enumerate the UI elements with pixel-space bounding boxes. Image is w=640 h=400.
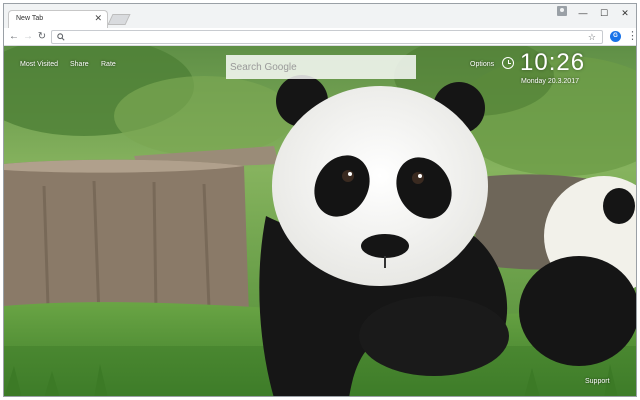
menu-icon[interactable]: ⋮ [627,30,636,42]
browser-window: New Tab ✕ — ☐ ✕ ← → ↻ ☆ G ⋮ Most Visited… [3,3,637,397]
maximize-icon[interactable]: ☐ [597,7,611,19]
rate-link[interactable]: Rate [101,61,116,68]
address-bar[interactable]: ☆ [51,30,603,44]
clock-date: Monday 20.3.2017 [521,78,579,85]
search-input[interactable] [230,59,410,75]
bookmark-star-icon[interactable]: ☆ [588,31,596,43]
panda-background-image [4,46,636,396]
forward-icon[interactable]: → [22,31,34,43]
close-window-icon[interactable]: ✕ [618,7,632,19]
share-link[interactable]: Share [70,61,89,68]
most-visited-link[interactable]: Most Visited [20,61,58,68]
search-box[interactable] [226,55,416,79]
toolbar: ← → ↻ ☆ G ⋮ [4,28,636,46]
reload-icon[interactable]: ↻ [36,31,48,43]
minimize-icon[interactable]: — [576,7,590,19]
profile-icon[interactable] [557,6,567,16]
extension-icon[interactable]: G [610,31,621,42]
search-icon [57,33,65,41]
back-icon[interactable]: ← [8,31,20,43]
support-link[interactable]: Support [585,378,610,385]
tab-title: New Tab [16,15,44,22]
clock-icon[interactable] [502,57,514,69]
options-link[interactable]: Options [470,61,494,68]
clock-time: 10:26 [520,49,586,76]
new-tab-button[interactable] [107,14,131,25]
tab-strip: New Tab ✕ — ☐ ✕ [4,4,636,29]
tab-new-tab[interactable]: New Tab ✕ [8,10,108,29]
new-tab-page: Most Visited Share Rate Options 10:26 Mo… [4,46,636,396]
close-icon[interactable]: ✕ [94,14,102,23]
